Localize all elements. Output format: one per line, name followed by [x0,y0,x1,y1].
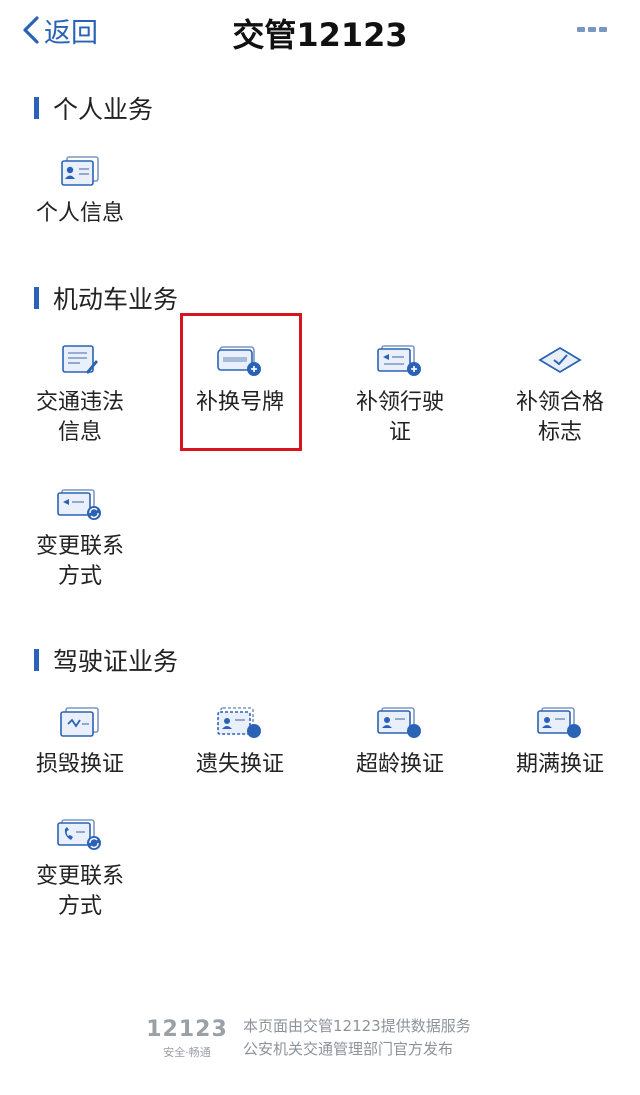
item-label: 期满换证 [515,752,604,777]
footer: 12123 安全·畅通 本页面由交管12123提供数据服务 公安机关交通管理部门… [145,1015,471,1061]
driving-permit-reissue-icon [377,345,421,376]
section-title-vehicle: 机动车业务 [34,280,178,316]
item-label: 补领行驶 证 [355,390,444,445]
item-label: 交通违法 信息 [35,390,124,445]
violation-form-icon [62,345,98,374]
section-accent-bar [34,97,39,119]
traffic-violation-item[interactable]: 交通违法 信息 [0,338,160,448]
phone-contact-change-icon [57,819,101,850]
footer-line-2: 公安机关交通管理部门官方发布 [243,1040,454,1058]
lost-license-item[interactable]: 遗失换证 [160,700,320,780]
item-label: 变更联系 方式 [35,864,124,919]
id-card-icon [61,156,99,186]
page-title: 交管12123 [232,16,408,54]
navigation-bar: 返回 交管12123 [0,0,640,60]
more-menu-icon[interactable] [576,24,608,36]
contact-change-icon [57,489,101,520]
expired-license-icon [537,707,581,738]
section-accent-bar [34,287,39,309]
section-title-text: 驾驶证业务 [53,647,179,676]
section-title-license: 驾驶证业务 [34,642,178,678]
license-contact-change-item[interactable]: 变更联系 方式 [0,812,160,922]
logo-number: 12123 [146,1016,228,1042]
footer-line-1: 本页面由交管12123提供数据服务 [243,1017,471,1035]
section-accent-bar [34,649,39,671]
overage-license-icon [377,707,421,738]
section-title-personal: 个人业务 [34,90,153,126]
inspection-mark-icon [538,346,582,374]
footer-text: 本页面由交管12123提供数据服务 公安机关交通管理部门官方发布 [243,1015,471,1061]
expired-license-item[interactable]: 期满换证 [480,700,640,780]
reissue-driving-permit-item[interactable]: 补领行驶 证 [320,338,480,448]
reissue-inspection-mark-item[interactable]: 补领合格 标志 [480,338,640,448]
section-title-text: 机动车业务 [53,285,179,314]
highlight-box [180,313,302,451]
item-label: 变更联系 方式 [35,534,124,589]
section-title-text: 个人业务 [53,95,154,124]
item-label: 个人信息 [35,201,124,226]
item-label: 遗失换证 [195,752,284,777]
item-label: 损毁换证 [35,752,124,777]
overage-license-item[interactable]: 超龄换证 [320,700,480,780]
item-label: 超龄换证 [355,752,444,777]
item-label: 补领合格 标志 [515,390,604,445]
app-logo: 12123 安全·畅通 [145,1017,229,1060]
lost-license-icon [217,707,261,738]
damaged-license-item[interactable]: 损毁换证 [0,700,160,780]
vehicle-contact-change-item[interactable]: 变更联系 方式 [0,482,160,592]
damaged-license-icon [60,707,99,737]
personal-info-item[interactable]: 个人信息 [0,150,160,229]
logo-tagline: 安全·畅通 [163,1045,211,1059]
